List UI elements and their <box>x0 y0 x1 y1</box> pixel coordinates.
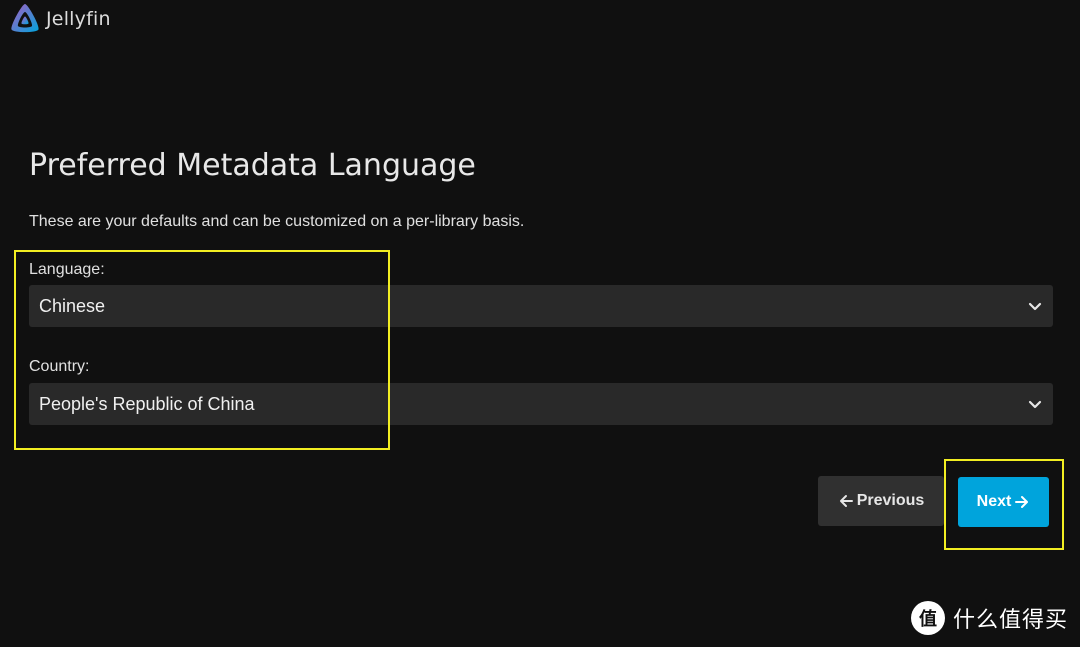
arrow-left-icon <box>839 495 853 507</box>
jellyfin-logo-icon[interactable] <box>8 2 42 36</box>
language-select-value: Chinese <box>39 295 106 316</box>
next-button-label: Next <box>976 493 1012 510</box>
app-header: Jellyfin <box>8 2 111 36</box>
country-select[interactable]: People's Republic of China <box>29 383 1053 425</box>
language-label: Language: <box>29 261 105 278</box>
brand-name[interactable]: Jellyfin <box>46 8 111 30</box>
previous-button-label: Previous <box>856 492 925 509</box>
arrow-right-icon <box>1015 496 1029 508</box>
country-select-value: People's Republic of China <box>39 393 255 414</box>
watermark-badge-icon: 值 <box>910 601 945 635</box>
watermark: 值 什么值得买 <box>910 601 1068 635</box>
previous-button[interactable]: Previous <box>818 476 944 526</box>
chevron-down-icon <box>1028 302 1042 311</box>
page-title: Preferred Metadata Language <box>29 148 476 183</box>
page-description: These are your defaults and can be custo… <box>29 213 525 230</box>
country-label: Country: <box>29 358 90 375</box>
language-select[interactable]: Chinese <box>29 285 1053 327</box>
watermark-text: 什么值得买 <box>952 608 1068 633</box>
next-button[interactable]: Next <box>958 477 1049 527</box>
chevron-down-icon <box>1028 400 1042 409</box>
